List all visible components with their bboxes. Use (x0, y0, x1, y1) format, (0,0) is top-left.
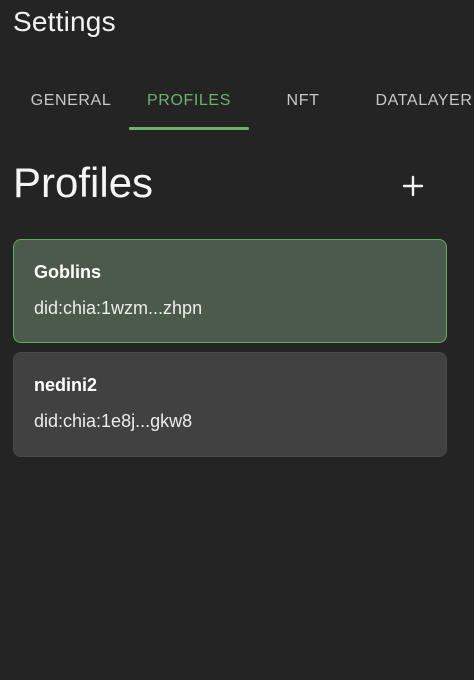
add-profile-button[interactable] (393, 166, 433, 206)
profile-did: did:chia:1e8j...gkw8 (34, 411, 193, 431)
active-tab-indicator (129, 127, 249, 130)
profile-card-goblins[interactable]: Goblins did:chia:1wzm...zhpn (13, 239, 447, 343)
tab-general[interactable]: GENERAL (22, 76, 120, 130)
page-title: Settings (13, 6, 116, 37)
tab-profiles[interactable]: PROFILES (129, 76, 249, 130)
plus-icon (402, 175, 424, 197)
settings-screen: Settings GENERAL PROFILES NFT DATALAYER … (0, 0, 474, 680)
tab-nft[interactable]: NFT (270, 76, 336, 130)
profile-name: nedini2 (34, 375, 98, 395)
tab-datalayer[interactable]: DATALAYER (364, 76, 474, 130)
profile-did: did:chia:1wzm...zhpn (34, 298, 203, 318)
profile-card-nedini2[interactable]: nedini2 did:chia:1e8j...gkw8 (13, 352, 447, 457)
profile-name: Goblins (34, 262, 101, 282)
settings-tabs: GENERAL PROFILES NFT DATALAYER (0, 76, 474, 130)
section-title: Profiles (13, 159, 154, 206)
